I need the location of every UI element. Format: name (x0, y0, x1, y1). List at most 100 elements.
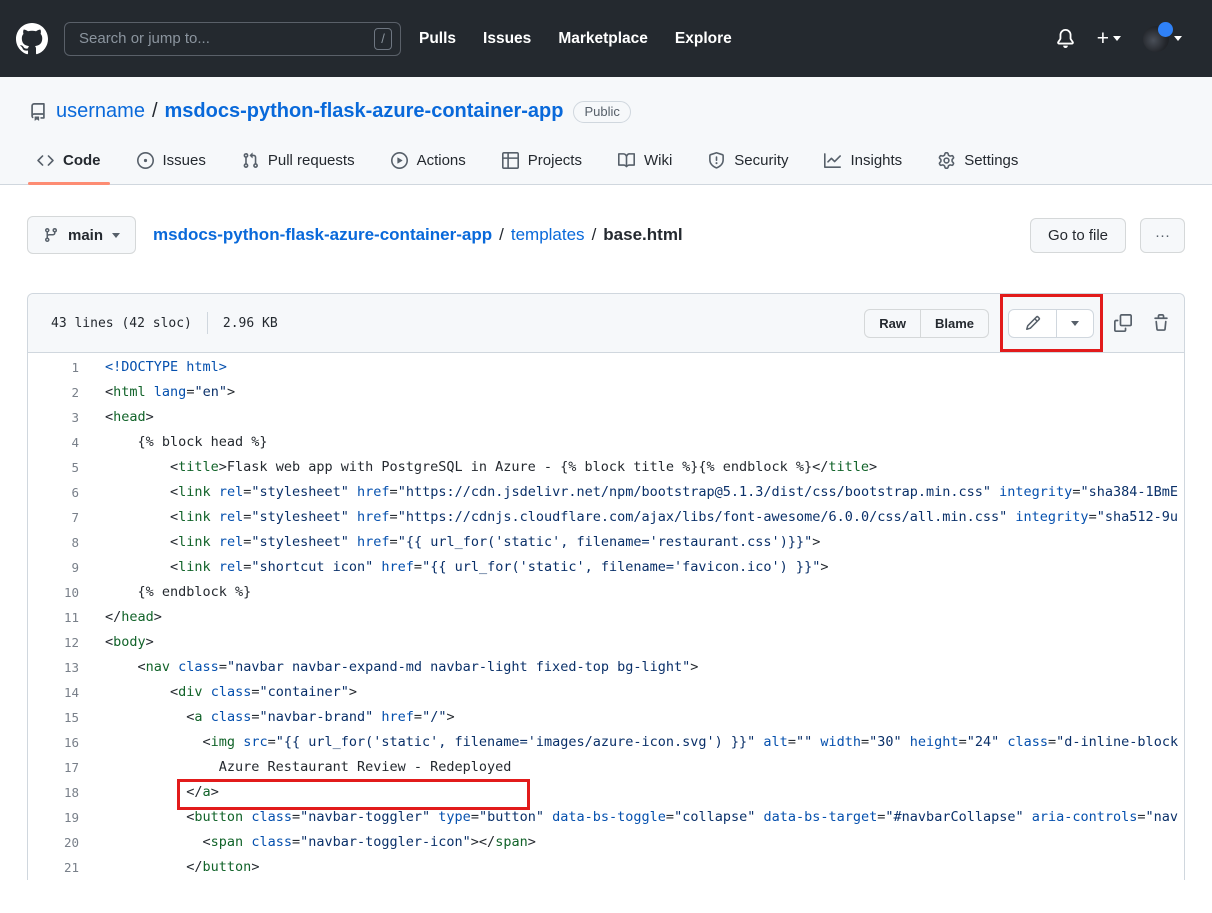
search-box: / (64, 22, 401, 56)
tab-code[interactable]: Code (28, 139, 110, 184)
code-line: 3<head> (28, 405, 1184, 430)
line-number[interactable]: 9 (28, 555, 79, 580)
nav-link-issues[interactable]: Issues (483, 30, 531, 48)
line-number[interactable]: 7 (28, 505, 79, 530)
kebab-menu-button[interactable]: ··· (1140, 218, 1185, 253)
line-number[interactable]: 14 (28, 680, 79, 705)
nav-link-marketplace[interactable]: Marketplace (558, 30, 648, 48)
repo-name-link[interactable]: msdocs-python-flask-azure-container-app (165, 100, 564, 123)
nav-link-pulls[interactable]: Pulls (419, 30, 456, 48)
status-dot (1158, 22, 1173, 37)
header-right: + (1056, 26, 1182, 52)
bell-icon[interactable] (1056, 29, 1075, 48)
branch-selector[interactable]: main (27, 216, 136, 254)
code-text: <title>Flask web app with PostgreSQL in … (79, 455, 1184, 480)
code-line: 13 <nav class="navbar navbar-expand-md n… (28, 655, 1184, 680)
tab-security[interactable]: Security (699, 139, 797, 184)
delete-file-button[interactable] (1152, 314, 1170, 332)
blame-button[interactable]: Blame (920, 310, 988, 337)
code-line: 5 <title>Flask web app with PostgreSQL i… (28, 455, 1184, 480)
line-number[interactable]: 2 (28, 380, 79, 405)
tab-issues[interactable]: Issues (128, 139, 215, 184)
file-lines-info: 43 lines (42 sloc) (51, 316, 192, 331)
code-text: <link rel="shortcut icon" href="{{ url_f… (79, 555, 1184, 580)
code-line: 8 <link rel="stylesheet" href="{{ url_fo… (28, 530, 1184, 555)
issue-opened-icon (137, 152, 154, 169)
visibility-badge: Public (573, 101, 630, 123)
line-number[interactable]: 18 (28, 780, 79, 805)
edit-dropdown-button[interactable] (1056, 310, 1093, 337)
nav-link-explore[interactable]: Explore (675, 30, 732, 48)
breadcrumb-folder-link[interactable]: templates (511, 225, 585, 245)
chevron-down-icon (1113, 36, 1121, 41)
repo-owner-link[interactable]: username (56, 100, 145, 123)
line-number[interactable]: 4 (28, 430, 79, 455)
line-number[interactable]: 20 (28, 830, 79, 855)
tab-label: Settings (964, 152, 1018, 169)
code-text: <button class="navbar-toggler" type="but… (79, 805, 1184, 830)
raw-button[interactable]: Raw (865, 310, 920, 337)
tab-actions[interactable]: Actions (382, 139, 475, 184)
line-number[interactable]: 11 (28, 605, 79, 630)
code-text: </head> (79, 605, 1184, 630)
code-line: 15 <a class="navbar-brand" href="/"> (28, 705, 1184, 730)
code-line: 10 {% endblock %} (28, 580, 1184, 605)
tab-label: Projects (528, 152, 582, 169)
code-text: </button> (79, 855, 1184, 880)
divider (207, 312, 208, 334)
code-line: 19 <button class="navbar-toggler" type="… (28, 805, 1184, 830)
line-number[interactable]: 17 (28, 755, 79, 780)
edit-button-wrap (1008, 309, 1094, 338)
line-number[interactable]: 6 (28, 480, 79, 505)
trash-icon (1152, 314, 1170, 332)
line-number[interactable]: 19 (28, 805, 79, 830)
table-icon (502, 152, 519, 169)
gear-icon (938, 152, 955, 169)
code-lines: 1<!DOCTYPE html>2<html lang="en">3<head>… (28, 355, 1184, 880)
code-text: <a class="navbar-brand" href="/"> (79, 705, 1184, 730)
line-number[interactable]: 12 (28, 630, 79, 655)
copy-icon (1114, 314, 1132, 332)
edit-file-button[interactable] (1009, 310, 1056, 337)
line-number[interactable]: 21 (28, 855, 79, 880)
code-text: <link rel="stylesheet" href="https://cdn… (79, 480, 1184, 505)
repo-separator: / (152, 100, 158, 123)
code-text: <head> (79, 405, 1184, 430)
tab-wiki[interactable]: Wiki (609, 139, 681, 184)
code-text: <!DOCTYPE html> (79, 355, 1184, 380)
line-number[interactable]: 15 (28, 705, 79, 730)
avatar (1143, 26, 1169, 52)
tab-projects[interactable]: Projects (493, 139, 591, 184)
copy-file-button[interactable] (1114, 314, 1132, 332)
chevron-down-icon (1174, 36, 1182, 41)
code-line: 6 <link rel="stylesheet" href="https://c… (28, 480, 1184, 505)
line-number[interactable]: 1 (28, 355, 79, 380)
line-number[interactable]: 10 (28, 580, 79, 605)
graph-icon (824, 152, 841, 169)
code-text: <div class="container"> (79, 680, 1184, 705)
breadcrumb-repo-link[interactable]: msdocs-python-flask-azure-container-app (153, 225, 492, 245)
line-number[interactable]: 8 (28, 530, 79, 555)
edit-button-group (1008, 309, 1094, 338)
chevron-down-icon (112, 233, 120, 238)
tab-label: Security (734, 152, 788, 169)
profile-menu[interactable] (1143, 26, 1182, 52)
code-text: Azure Restaurant Review - Redeployed (79, 755, 1184, 780)
tab-pull-requests[interactable]: Pull requests (233, 139, 364, 184)
line-number[interactable]: 5 (28, 455, 79, 480)
search-input[interactable] (77, 29, 337, 48)
line-number[interactable]: 16 (28, 730, 79, 755)
create-new-menu[interactable]: + (1097, 28, 1121, 49)
file-nav-row: main msdocs-python-flask-azure-container… (27, 216, 1185, 254)
github-logo-icon[interactable] (16, 23, 48, 55)
go-to-file-button[interactable]: Go to file (1030, 218, 1126, 253)
code-text: </a> (79, 780, 1184, 805)
code-line: 17 Azure Restaurant Review - Redeployed (28, 755, 1184, 780)
play-icon (391, 152, 408, 169)
tab-insights[interactable]: Insights (815, 139, 911, 184)
code-line: 4 {% block head %} (28, 430, 1184, 455)
tab-settings[interactable]: Settings (929, 139, 1027, 184)
line-number[interactable]: 3 (28, 405, 79, 430)
line-number[interactable]: 13 (28, 655, 79, 680)
branch-name: main (68, 227, 103, 244)
